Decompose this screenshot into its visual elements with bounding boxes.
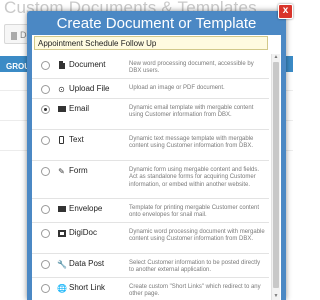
scrollbar[interactable]: ▲ ▼ [271, 54, 280, 300]
option-label: DigiDoc [69, 228, 98, 237]
option-label: Form [69, 166, 88, 175]
close-button[interactable]: x [278, 4, 293, 19]
radio-button[interactable] [41, 167, 50, 176]
option-label: Upload File [69, 84, 110, 93]
radio-button[interactable] [41, 205, 50, 214]
option-description: Select Customer information to be posted… [129, 259, 261, 274]
template-option-digidoc[interactable]: DigiDoc Dynamic word processing document … [32, 222, 269, 254]
option-label: Document [69, 60, 106, 69]
option-description: Dynamic form using mergable content and … [129, 166, 260, 188]
slides-icon [57, 229, 66, 238]
template-option-document[interactable]: Document New word processing document, ac… [32, 54, 269, 79]
globe-icon: 🌐 [57, 284, 67, 293]
phone-icon [57, 136, 66, 145]
document-icon [11, 31, 17, 40]
template-option-upload-file[interactable]: ⊙ Upload File Upload an image or PDF docum… [32, 78, 269, 99]
radio-button[interactable] [41, 260, 50, 269]
camera-icon: ⊙ [58, 85, 65, 94]
option-label: Text [69, 135, 84, 144]
option-description: Upload an image or PDF document. [129, 84, 225, 91]
radio-button[interactable] [41, 136, 50, 145]
radio-button[interactable] [41, 284, 50, 293]
radio-button[interactable] [41, 85, 50, 94]
create-document-modal: Create Document or Template x Document Ne… [27, 4, 293, 300]
radio-button[interactable] [41, 229, 50, 238]
document-name-input[interactable] [34, 36, 268, 50]
option-label: Short Link [69, 283, 106, 292]
template-option-short-link[interactable]: 🌐 Short Link Create custom "Short Links" w… [32, 277, 269, 300]
form-icon: ✎ [58, 167, 65, 176]
option-label: Data Post [69, 259, 105, 268]
modal-title: Create Document or Template [56, 15, 257, 32]
scrollbar-thumb[interactable] [273, 62, 279, 288]
option-description: Create custom "Short Links" which redire… [129, 283, 261, 298]
modal-body: Document New word processing document, ac… [32, 35, 281, 300]
option-description: Dynamic word processing document with me… [129, 228, 265, 243]
radio-button[interactable] [41, 61, 50, 70]
option-label: Email [69, 104, 90, 113]
option-description: New word processing document, accessible… [129, 60, 254, 75]
envelope-icon [57, 205, 66, 214]
template-option-data-post[interactable]: 🔧 Data Post Select Customer information to… [32, 253, 269, 278]
envelope-icon [57, 105, 66, 114]
option-description: Template for printing mergable Customer … [129, 204, 260, 219]
scroll-up-icon[interactable]: ▲ [272, 54, 280, 61]
option-description: Dynamic email template with mergable con… [129, 104, 254, 119]
template-option-envelope[interactable]: Envelope Template for printing mergable C… [32, 198, 269, 223]
template-option-form[interactable]: ✎ Form Dynamic form using mergable content… [32, 160, 269, 199]
template-option-email[interactable]: Email Dynamic email template with mergabl… [32, 98, 269, 130]
radio-button[interactable] [41, 105, 50, 114]
wrench-icon: 🔧 [57, 260, 67, 269]
template-option-text[interactable]: Text Dynamic text message template with m… [32, 129, 269, 161]
document-icon [57, 61, 66, 70]
scroll-down-icon[interactable]: ▼ [272, 293, 280, 300]
option-label: Envelope [69, 204, 103, 213]
option-description: Dynamic text message template with merga… [129, 135, 254, 150]
